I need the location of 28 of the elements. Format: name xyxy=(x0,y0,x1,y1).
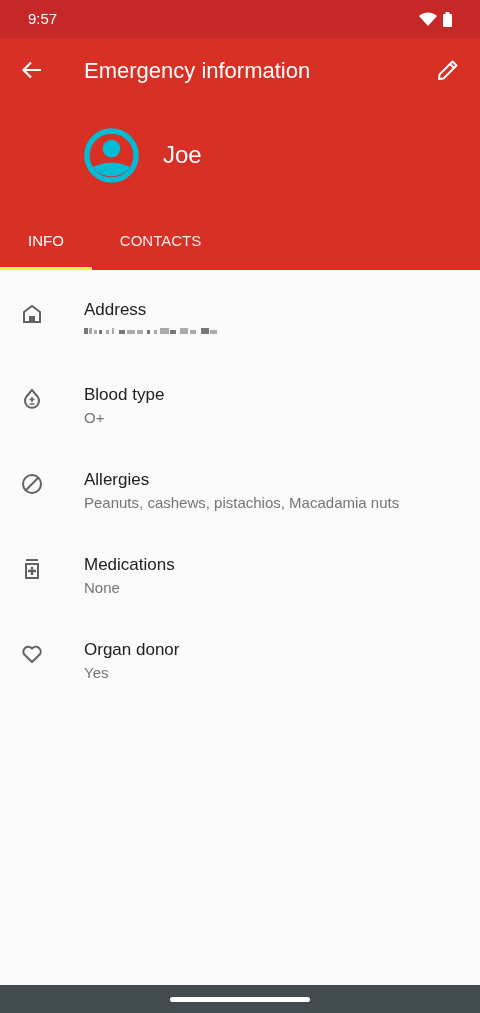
info-value: Peanuts, cashews, pistachios, Macadamia nuts xyxy=(84,493,400,513)
info-value: None xyxy=(84,578,121,598)
info-row[interactable]: Allergies Peanuts, cashews, pistachios, Macadamia nuts xyxy=(0,452,480,537)
profile-name: Joe xyxy=(163,140,202,170)
info-row[interactable]: Blood type O+ xyxy=(0,367,480,452)
info-value: Yes xyxy=(84,663,110,683)
info-row[interactable]: Address xyxy=(0,282,480,367)
tab[interactable]: INFO xyxy=(0,216,92,270)
tab[interactable]: CONTACTS xyxy=(91,216,230,270)
info-label: Allergies xyxy=(84,469,151,491)
home-handle[interactable] xyxy=(170,996,310,1002)
battery-icon xyxy=(443,11,452,27)
avatar-icon xyxy=(84,127,139,183)
block-icon xyxy=(20,472,44,496)
info-label: Blood type xyxy=(84,384,165,406)
app-bar-title: Emergency information xyxy=(84,56,312,85)
pencil-icon xyxy=(437,59,459,81)
home-icon xyxy=(20,302,44,326)
info-value: O+ xyxy=(84,408,106,428)
info-label: Organ donor xyxy=(84,639,180,661)
status-time: 9:57 xyxy=(28,8,58,29)
back-arrow-icon xyxy=(22,61,42,79)
info-label: Address xyxy=(84,299,148,321)
wifi-icon xyxy=(419,12,437,26)
edit-button[interactable] xyxy=(436,58,460,82)
info-row[interactable]: Medications None xyxy=(0,537,480,622)
info-row[interactable]: Organ donor Yes xyxy=(0,622,480,707)
info-label: Medications xyxy=(84,554,175,576)
